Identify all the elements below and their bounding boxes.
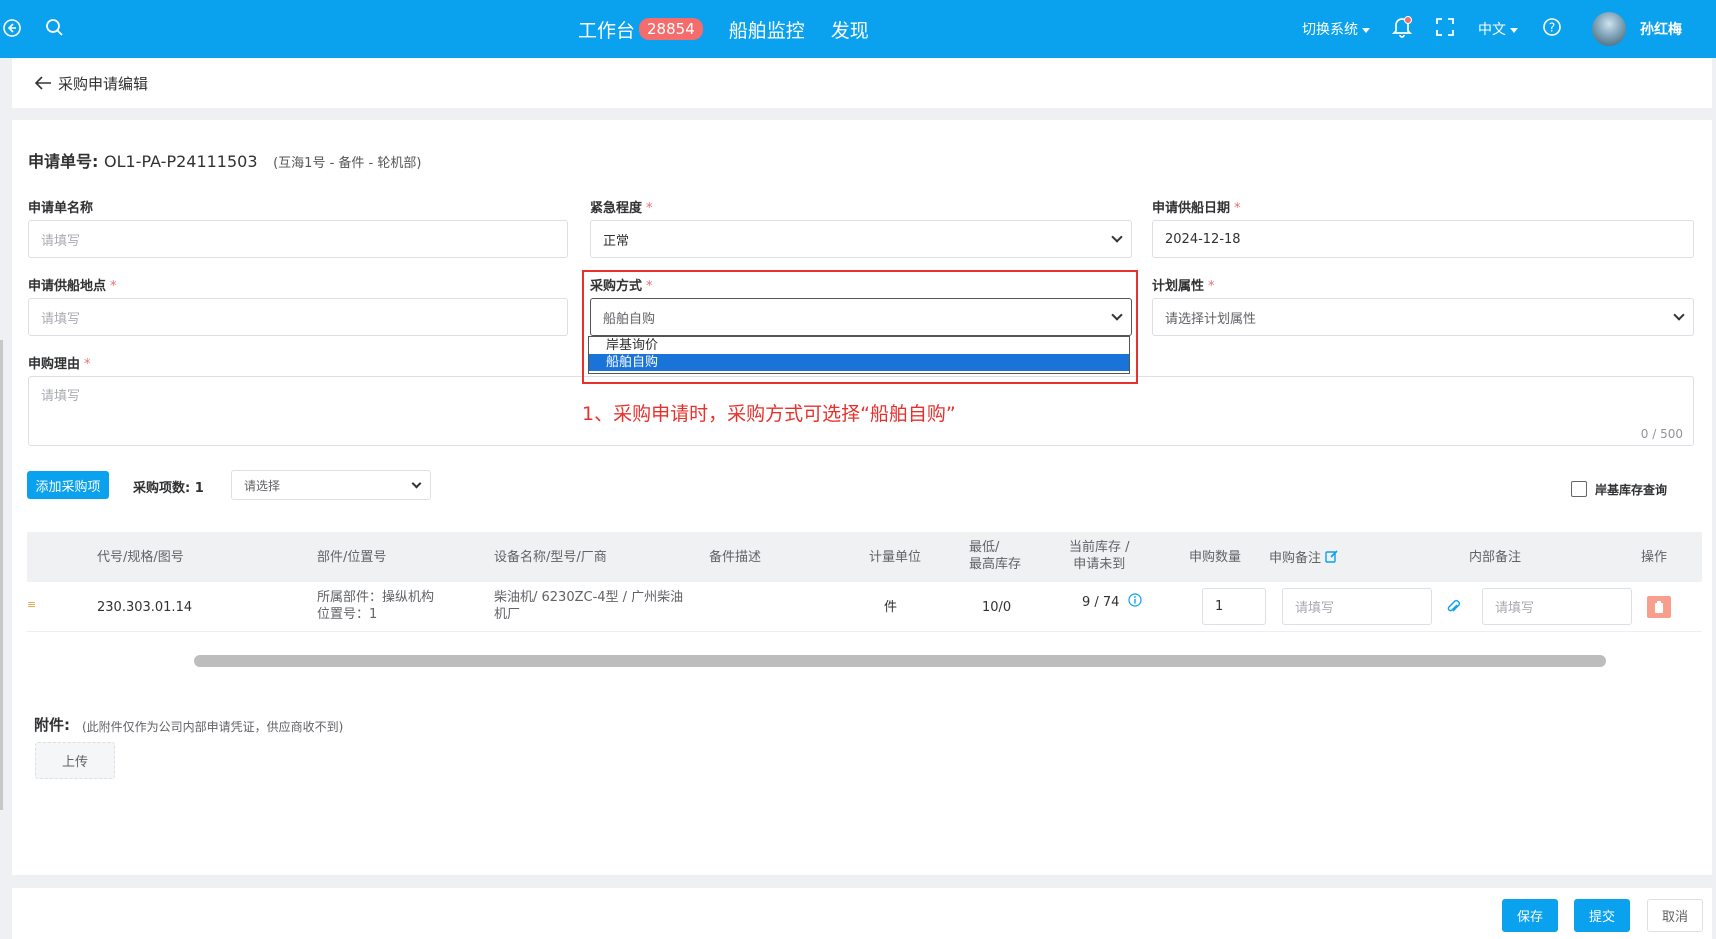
top-bar: 工作台 28854 船舶监控 发现 切换系统 中文 ? 孙红梅 (0, 0, 1716, 58)
supply-date-label: 申请供船日期 * (1152, 201, 1241, 216)
th-part: 部件/位置号 (317, 550, 387, 565)
cell-unit: 件 (884, 600, 898, 615)
nav-discover[interactable]: 发现 (831, 16, 869, 43)
th-desc: 备件描述 (709, 550, 762, 565)
remark-input[interactable]: 请填写 (1282, 588, 1432, 625)
table-row: ≡ 230.303.01.14 所属部件：操纵机构 位置号：1 柴油机/ 6230… (27, 582, 1702, 632)
order-number-line: 申请单号: OL1-PA-P24111503 (互海1号 - 备件 - 轮机部) (28, 148, 421, 172)
urgency-select[interactable]: 正常 (590, 220, 1132, 258)
help-icon[interactable]: ? (1542, 17, 1562, 41)
name-input[interactable]: 请填写 (28, 220, 568, 258)
attachment-note: (此附件仅作为公司内部申请凭证，供应商收不到) (82, 720, 344, 734)
save-button[interactable]: 保存 (1502, 899, 1558, 932)
chevron-down-icon (411, 478, 422, 489)
stock-query-label[interactable]: 岸基库存查询 (1595, 482, 1667, 499)
th-minmax: 最低/最高库存 (969, 540, 1022, 572)
th-remark: 申购备注 (1269, 549, 1339, 568)
language-label: 中文 (1478, 22, 1506, 38)
supply-place-input[interactable]: 请填写 (28, 298, 568, 336)
bell-icon[interactable] (1391, 16, 1413, 42)
left-edge-divider (0, 340, 3, 810)
nav-workbench[interactable]: 工作台 28854 (578, 16, 703, 43)
attachment-label: 附件: (34, 716, 70, 734)
svg-text:?: ? (1549, 21, 1555, 35)
fullscreen-icon[interactable] (1436, 18, 1454, 40)
submit-button[interactable]: 提交 (1574, 899, 1630, 932)
item-count: 采购项数: 1 (133, 481, 204, 496)
reason-label: 申购理由 * (28, 357, 91, 372)
main-panel: 申请单号: OL1-PA-P24111503 (互海1号 - 备件 - 轮机部)… (12, 120, 1712, 875)
annotation-text: 1、采购申请时，采购方式可选择“船舶自购” (582, 403, 956, 425)
th-stock: 当前库存 / 申请未到 (1069, 540, 1130, 572)
user-name[interactable]: 孙红梅 (1640, 19, 1682, 39)
top-right-tools: 切换系统 中文 ? 孙红梅 (1302, 0, 1716, 58)
order-sub: (互海1号 - 备件 - 轮机部) (273, 156, 422, 171)
language-menu[interactable]: 中文 (1478, 19, 1518, 39)
row-marker-icon: ≡ (27, 598, 37, 611)
back-arrow-icon[interactable] (34, 75, 52, 91)
order-number: OL1-PA-P24111503 (103, 152, 258, 171)
urgency-label: 紧急程度 * (590, 201, 653, 216)
highlight-box (582, 270, 1138, 384)
supply-date-input[interactable]: 2024-12-18 (1152, 220, 1694, 258)
order-label: 申请单号: (28, 152, 99, 171)
caret-down-icon (1510, 27, 1518, 33)
supply-place-label: 申请供船地点 * (28, 279, 117, 294)
table-header: 代号/规格/图号 部件/位置号 设备名称/型号/厂商 备件描述 计量单位 最低/… (27, 532, 1702, 582)
upload-button[interactable]: 上传 (35, 742, 115, 779)
internal-remark-input[interactable]: 请填写 (1482, 588, 1632, 625)
th-code: 代号/规格/图号 (97, 550, 184, 565)
name-label: 申请单名称 (28, 201, 94, 216)
stock-query-checkbox[interactable] (1571, 481, 1587, 497)
workbench-badge: 28854 (639, 18, 703, 40)
cell-equipment: 柴油机/ 6230ZC-4型 / 广州柴油 机厂 (494, 590, 684, 622)
horizontal-scrollbar[interactable] (194, 655, 1606, 667)
switch-system-label: 切换系统 (1302, 22, 1358, 38)
th-ops: 操作 (1641, 550, 1668, 565)
switch-system-menu[interactable]: 切换系统 (1302, 19, 1370, 39)
back-circle-icon[interactable] (2, 18, 22, 42)
delete-icon[interactable] (1647, 596, 1671, 618)
caret-down-icon (1362, 27, 1370, 33)
th-internal: 内部备注 (1469, 550, 1522, 565)
main-nav: 工作台 28854 船舶监控 发现 (578, 0, 895, 58)
item-filter-select[interactable]: 请选择 (231, 470, 431, 500)
cancel-button[interactable]: 取消 (1647, 899, 1703, 932)
th-unit: 计量单位 (869, 550, 922, 565)
th-qty: 申购数量 (1189, 550, 1242, 565)
th-equipment: 设备名称/型号/厂商 (494, 550, 607, 565)
qty-input[interactable]: 1 (1202, 588, 1266, 625)
nav-workbench-label: 工作台 (578, 19, 636, 42)
cell-part: 所属部件：操纵机构 位置号：1 (317, 590, 435, 622)
cell-code: 230.303.01.14 (97, 600, 193, 615)
avatar[interactable] (1592, 12, 1626, 46)
page-title: 采购申请编辑 (58, 74, 149, 93)
add-item-button[interactable]: 添加采购项 (27, 471, 109, 499)
plan-attr-label: 计划属性 * (1152, 279, 1215, 294)
cell-stock: 9 / 74 (1082, 593, 1142, 612)
chevron-down-icon (1111, 231, 1123, 243)
breadcrumb: 采购申请编辑 (12, 58, 1712, 108)
reason-counter: 0 / 500 (1640, 427, 1683, 441)
footer-bar: 保存 提交 取消 (12, 888, 1712, 939)
edit-icon[interactable] (1325, 549, 1339, 568)
nav-ship-monitor[interactable]: 船舶监控 (729, 16, 805, 43)
plan-attr-select[interactable]: 请选择计划属性 (1152, 298, 1694, 336)
info-icon[interactable] (1128, 593, 1142, 612)
search-icon[interactable] (45, 18, 65, 42)
attach-clip-icon[interactable] (1447, 599, 1461, 619)
chevron-down-icon (1673, 309, 1685, 321)
cell-minmax: 10/0 (982, 600, 1012, 615)
